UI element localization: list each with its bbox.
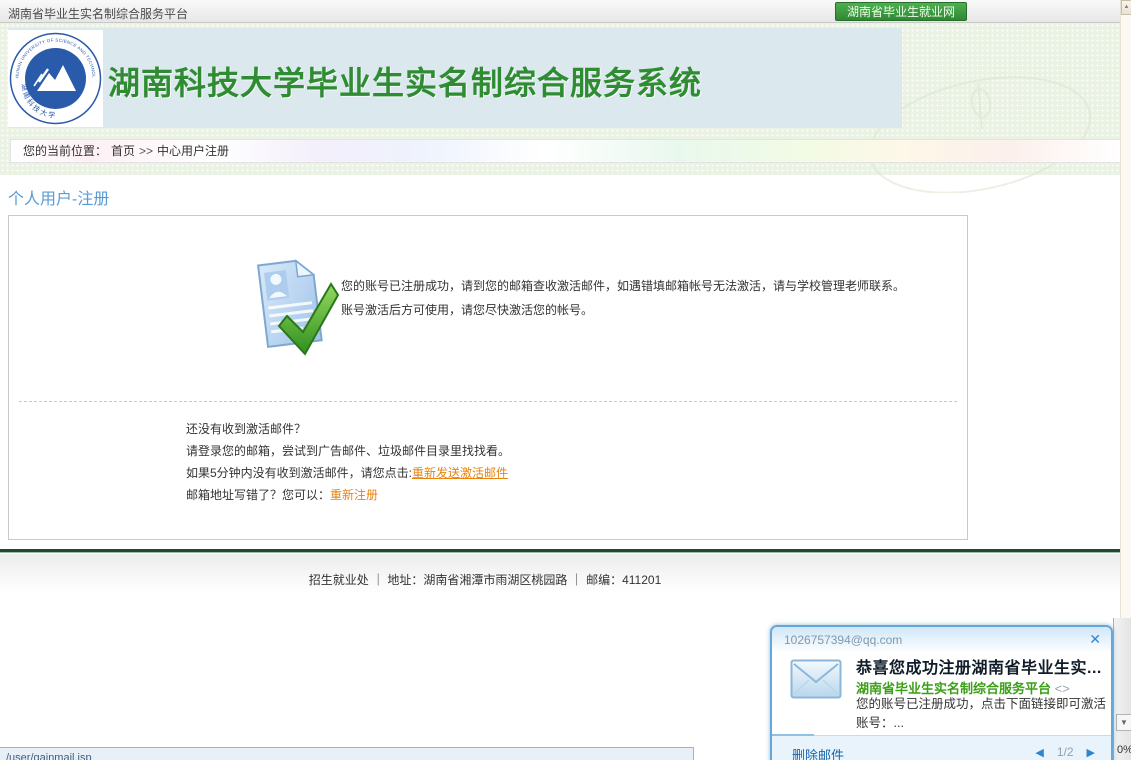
breadcrumb-current: 中心用户注册 [157,144,229,158]
footer-divider-bar [0,549,1131,553]
close-icon[interactable]: ✕ [1089,631,1101,648]
dropdown-icon[interactable]: ▼ [1116,714,1131,731]
background-window-fragment: ▼ 0% [1113,618,1131,760]
popup-header: 1026757394@qq.com ✕ [772,627,1111,653]
wrong-email-prefix: 邮箱地址写错了？您可以： [186,488,330,502]
mail-subject[interactable]: 恭喜您成功注册湖南省毕业生实... [856,654,1106,678]
status-url: /user/gainmail.jsp [6,752,92,760]
mail-preview: 您的账号已注册成功，点击下面链接即可激活账号：... [856,695,1108,733]
registration-result-panel: 您的账号已注册成功，请到您的邮箱查收激活邮件，如遇错填邮箱帐号无法激活，请与学校… [8,215,968,540]
result-message-line1: 您的账号已注册成功，请到您的邮箱查收激活邮件，如遇错填邮箱帐号无法激活，请与学校… [341,274,951,298]
qq-mail-notification: 1026757394@qq.com ✕ 恭喜您成功注册湖南省毕业生实... 湖南… [770,625,1113,760]
prev-mail-icon[interactable]: ◀ [1035,746,1043,759]
system-title: 湖南科技大学毕业生实名制综合服务系统 [108,58,702,104]
resend-line: 如果5分钟内没有收到激活邮件，请您点击:重新发送激活邮件 [186,462,510,484]
resend-help-block: 还没有收到激活邮件？ 请登录您的邮箱，尝试到广告邮件、垃圾邮件目录里找找看。 如… [186,418,510,506]
scroll-up-icon[interactable]: ▲ [1121,0,1131,15]
breadcrumb-separator: >> [139,144,153,158]
breadcrumb: 您的当前位置： 首页 >> 中心用户注册 [10,139,1122,163]
result-message: 您的账号已注册成功，请到您的邮箱查收激活邮件，如遇错填邮箱帐号无法激活，请与学校… [341,274,951,322]
page-scrollbar[interactable]: ▲ [1120,0,1131,618]
reregister-link[interactable]: 重新注册 [330,488,378,502]
resend-prefix: 如果5分钟内没有收到激活邮件，请您点击: [186,466,412,480]
wrong-email-line: 邮箱地址写错了？您可以：重新注册 [186,484,510,506]
page-indicator: 1/2 [1057,745,1074,759]
status-bar: /user/gainmail.jsp [0,747,694,760]
mail-account: 1026757394@qq.com [784,633,902,647]
topbar: 湖南省毕业生实名制综合服务平台 湖南省毕业生就业网 [0,0,1131,23]
page-title: 个人用户-注册 [8,185,109,209]
no-mail-question: 还没有收到激活邮件？ [186,418,510,440]
sender-name: 湖南省毕业生实名制综合服务平台 [856,681,1051,696]
zoom-percent: 0% [1117,744,1131,756]
dashed-separator [19,401,957,402]
sender-address: <> [1055,681,1070,696]
mail-pager: ◀ 1/2 ▶ [1035,745,1095,759]
delete-mail-link[interactable]: 删除邮件 [792,745,844,760]
registration-success-icon [241,252,341,360]
site-title: 湖南省毕业生实名制综合服务平台 [8,5,188,22]
breadcrumb-home-link[interactable]: 首页 [111,144,135,158]
next-mail-icon[interactable]: ▶ [1087,746,1095,759]
footer: 招生就业处 ｜ 地址：湖南省湘潭市雨湖区桃园路 ｜ 邮编：411201 [0,554,1131,606]
browser-viewport: 湖南省毕业生实名制综合服务平台 湖南省毕业生就业网 [0,0,1131,760]
resend-activation-link[interactable]: 重新发送激活邮件 [412,466,508,480]
banner: HUNAN UNIVERSITY OF SCIENCE AND TECHNOLO… [8,28,902,128]
check-spam-tip: 请登录您的邮箱，尝试到广告邮件、垃圾邮件目录里找找看。 [186,440,510,462]
jobs-site-button[interactable]: 湖南省毕业生就业网 [835,2,967,21]
university-logo: HUNAN UNIVERSITY OF SCIENCE AND TECHNOLO… [8,30,103,127]
footer-text: 招生就业处 ｜ 地址：湖南省湘潭市雨湖区桃园路 ｜ 邮编：411201 [0,554,970,588]
breadcrumb-label: 您的当前位置： [23,144,107,158]
envelope-icon [790,659,842,699]
popup-footer: 删除邮件 ◀ 1/2 ▶ [772,735,1111,760]
result-message-line2: 账号激活后方可使用，请您尽快激活您的帐号。 [341,298,951,322]
